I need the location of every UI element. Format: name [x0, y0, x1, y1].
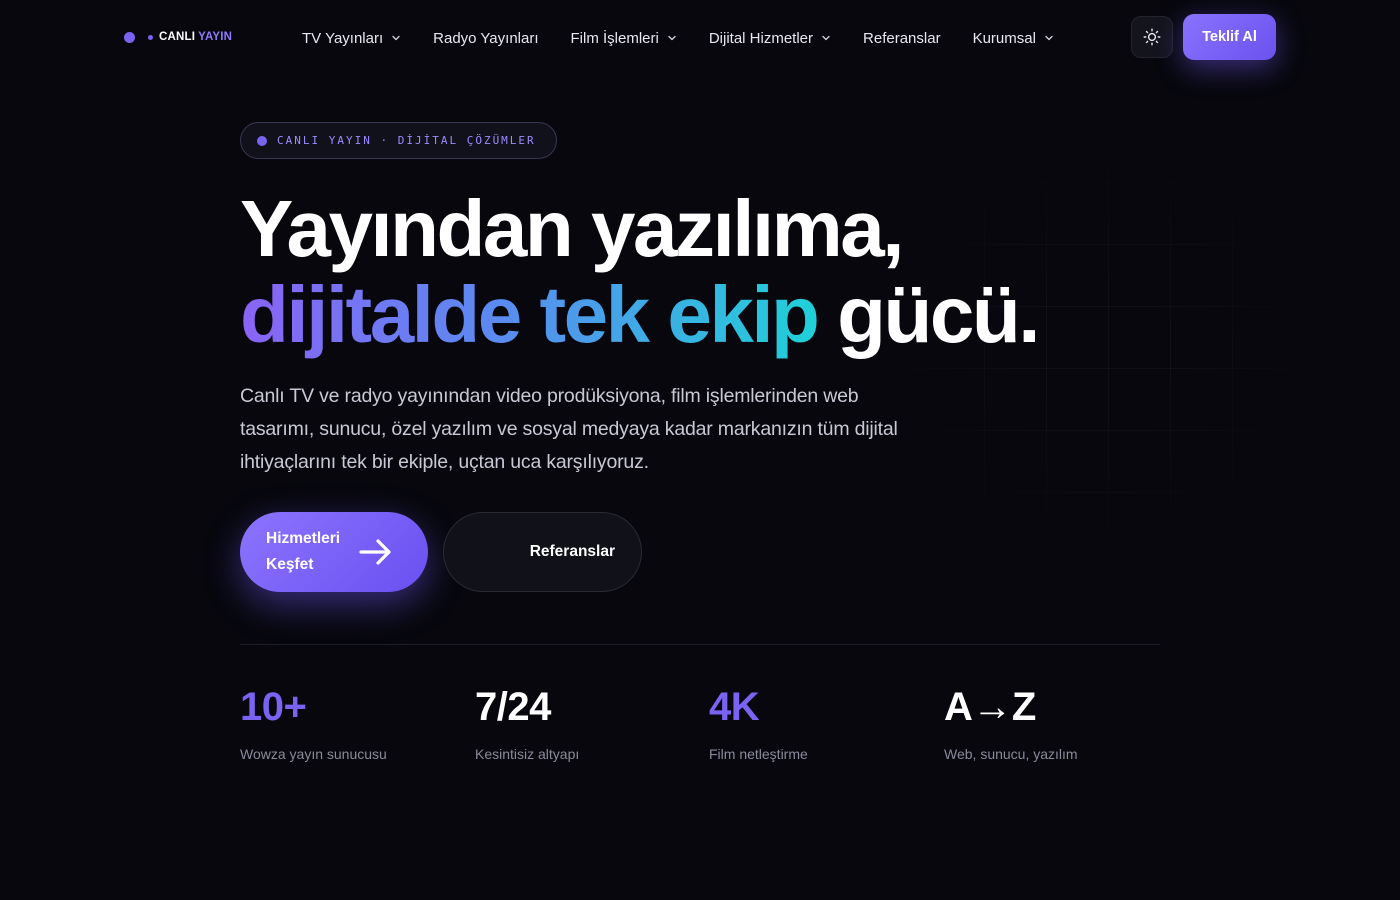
menu-item-dijital-hizmetler[interactable]: Dijital Hizmetler	[709, 30, 831, 47]
stat-item: 4K Film netleştirme	[709, 684, 929, 762]
stat-value: 10+	[240, 685, 307, 729]
stat-item: 7/24 Kesintisiz altyapı	[475, 684, 695, 762]
explore-services-button[interactable]: Hizmetleri Keşfet	[240, 512, 428, 592]
stat-label: Film netleştirme	[709, 746, 808, 762]
menu-item-tv-yayinlari[interactable]: TV Yayınları	[302, 30, 401, 47]
logo-dot-icon	[124, 31, 135, 43]
hero-description: Canlı TV ve radyo yayınından video prodü…	[240, 385, 898, 473]
live-dot-icon	[257, 135, 267, 146]
hero-badge: CANLI YAYIN · DİJİTAL ÇÖZÜMLER	[240, 122, 557, 159]
brand-name-part2: YAYIN	[198, 31, 233, 43]
stat-label: Web, sunucu, yazılım	[944, 746, 1078, 762]
hero-title-plain: gücü.	[837, 270, 1040, 359]
explore-services-label-line1: Hizmetleri	[266, 530, 341, 547]
stat-item: A→Z Web, sunucu, yazılım	[944, 684, 1164, 762]
stat-label: Kesintisiz altyapı	[475, 746, 580, 762]
hero-title: Yayından yazılıma, dijitalde tek ekip gü…	[240, 186, 1200, 358]
chevron-down-icon	[667, 33, 677, 43]
hero-title-gradient: dijitalde tek ekip	[240, 270, 820, 359]
menu-item-radyo-yayinlari[interactable]: Radyo Yayınları	[433, 30, 538, 47]
chevron-down-icon	[391, 33, 401, 43]
logo-small-dot-icon	[148, 34, 153, 40]
sun-icon	[1143, 28, 1161, 46]
menu-item-film-islemleri[interactable]: Film İşlemleri	[571, 30, 677, 47]
references-button[interactable]: Referanslar	[443, 512, 642, 592]
hero-badge-text: CANLI YAYIN · DİJİTAL ÇÖZÜMLER	[277, 134, 536, 147]
page: CANLI YAYIN TV Yayınları Radyo Yayınları …	[0, 0, 1400, 900]
explore-services-label-line2: Keşfet	[266, 556, 314, 573]
menu-item-kurumsal[interactable]: Kurumsal	[973, 30, 1054, 47]
menu-item-label: Referanslar	[863, 29, 941, 47]
stats-row: 10+ Wowza yayın sunucusu 7/24 Kesintisiz…	[240, 684, 1180, 774]
section-divider	[240, 644, 1160, 645]
chevron-down-icon	[821, 33, 831, 43]
menu-item-label: TV Yayınları	[302, 29, 384, 47]
stat-value: A→Z	[944, 685, 1036, 729]
menu-item-label: Film İşlemleri	[570, 29, 659, 47]
menu-item-label: Dijital Hizmetler	[708, 29, 814, 47]
theme-toggle-button[interactable]	[1131, 16, 1173, 58]
stat-value: 4K	[709, 685, 760, 729]
explore-services-label: Hizmetleri Keşfet	[266, 526, 356, 578]
stat-value: 7/24	[475, 685, 551, 729]
brand-name: CANLI YAYIN	[159, 31, 232, 43]
stat-label: Wowza yayın sunucusu	[240, 746, 387, 762]
get-quote-button[interactable]: Teklif Al	[1183, 14, 1276, 60]
brand-logo[interactable]: CANLI YAYIN	[124, 30, 232, 44]
hero-title-line1: Yayından yazılıma,	[240, 184, 905, 273]
arrow-right-icon	[356, 532, 396, 572]
menu-item-label: Radyo Yayınları	[433, 29, 539, 47]
stat-item: 10+ Wowza yayın sunucusu	[240, 684, 460, 762]
menu-item-label: Kurumsal	[972, 29, 1036, 47]
menu-item-referanslar[interactable]: Referanslar	[863, 30, 941, 47]
main-menu: TV Yayınları Radyo Yayınları Film İşleml…	[302, 28, 1086, 48]
top-navigation: CANLI YAYIN TV Yayınları Radyo Yayınları …	[0, 0, 1400, 74]
chevron-down-icon	[1044, 33, 1054, 43]
brand-name-part1: CANLI	[159, 31, 196, 43]
